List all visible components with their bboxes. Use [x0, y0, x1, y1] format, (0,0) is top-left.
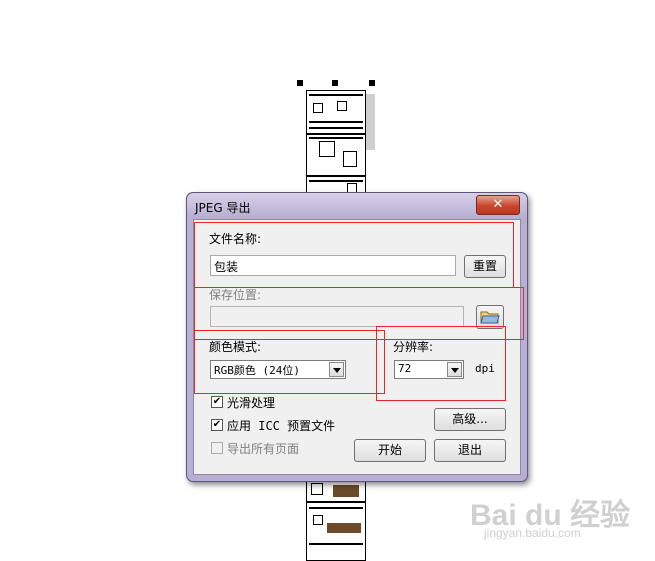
thumbnail-panel [306, 134, 366, 176]
dialog-title: JPEG 导出 [195, 201, 251, 215]
object-shadow [365, 94, 375, 150]
advanced-button[interactable]: 高级... [434, 408, 506, 431]
highlight-color-mode [194, 330, 385, 394]
highlight-resolution [376, 326, 506, 401]
highlight-filename [194, 222, 514, 288]
export-all-pages-label: 导出所有页面 [227, 442, 300, 456]
title-bar[interactable]: JPEG 导出 ✕ [187, 193, 527, 219]
exit-button[interactable]: 退出 [434, 439, 506, 462]
icc-profile-checkbox[interactable]: ✔ [211, 419, 223, 431]
selection-handle[interactable] [332, 80, 338, 86]
selection-handle[interactable] [369, 80, 375, 86]
export-all-pages-checkbox[interactable] [211, 442, 223, 454]
thumbnail-panel [306, 90, 366, 134]
smoothing-checkbox[interactable]: ✔ [211, 396, 223, 408]
icc-profile-label[interactable]: 应用 ICC 预置文件 [227, 417, 335, 434]
start-button[interactable]: 开始 [354, 439, 426, 462]
selection-handle[interactable] [297, 80, 303, 86]
close-button[interactable]: ✕ [476, 195, 520, 215]
thumbnail-panel [306, 502, 366, 561]
close-icon: ✕ [492, 197, 504, 212]
watermark-url: jingyan.baidu.com [484, 526, 581, 540]
smoothing-label[interactable]: 光滑处理 [227, 394, 275, 411]
